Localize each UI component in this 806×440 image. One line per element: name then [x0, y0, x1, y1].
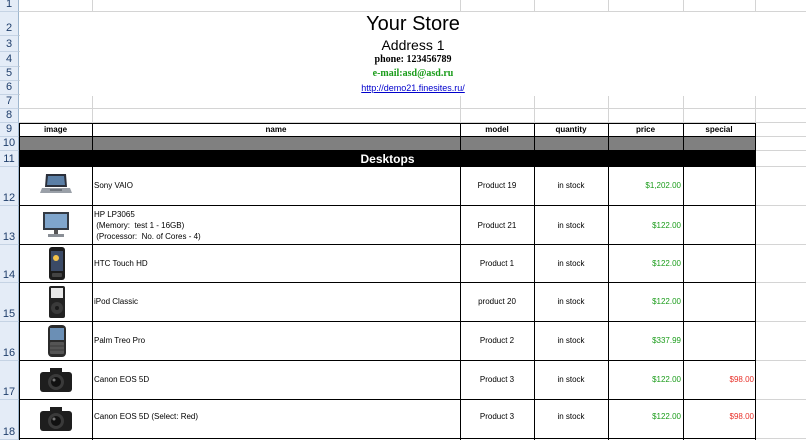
laptop-icon: [40, 174, 72, 193]
product-model: Product 19: [477, 181, 517, 190]
category-title: Desktops: [360, 152, 415, 166]
store-title: Your Store: [366, 13, 460, 35]
row-header-7[interactable]: 7: [0, 95, 19, 109]
product-price: $1,202.00: [645, 181, 681, 190]
product-quantity: in stock: [557, 181, 585, 190]
ipod-icon: [49, 286, 65, 318]
smartphone-icon: [49, 247, 65, 280]
product-model: Product 2: [479, 336, 515, 345]
product-model: Product 3: [479, 412, 515, 421]
product-quantity: in stock: [557, 259, 585, 268]
spreadsheet: 1 2 3 4 5 6 7 8 9 10 11 12 13 14 15 16 1…: [0, 0, 806, 440]
store-email: e-mail:asd@asd.ru: [372, 68, 454, 79]
row-header-5[interactable]: 5: [0, 67, 19, 81]
product-option: (Memory: test 1 - 16GB): [94, 221, 185, 230]
store-phone: phone: 123456789: [374, 54, 452, 65]
product-name: Canon EOS 5D: [94, 375, 150, 384]
product-name: Sony VAIO: [94, 181, 133, 190]
row-header-6[interactable]: 6: [0, 81, 19, 95]
product-model: product 20: [478, 297, 516, 306]
product-price: $122.00: [652, 375, 681, 384]
product-price: $122.00: [652, 259, 681, 268]
row-header-1[interactable]: 1: [0, 0, 19, 12]
product-special-price: $98.00: [729, 375, 754, 384]
row-header-13[interactable]: 13: [0, 206, 19, 245]
monitor-icon: [43, 212, 69, 237]
product-quantity: in stock: [557, 297, 585, 306]
product-special-price: $98.00: [729, 412, 754, 421]
product-price: $122.00: [652, 221, 681, 230]
product-quantity: in stock: [557, 412, 585, 421]
product-option: (Processor: No. of Cores - 4): [94, 232, 201, 241]
product-price: $337.99: [652, 336, 681, 345]
product-name: HTC Touch HD: [94, 259, 148, 268]
row-header-3[interactable]: 3: [0, 36, 19, 52]
row-header-14[interactable]: 14: [0, 245, 19, 283]
row-header-17[interactable]: 17: [0, 361, 19, 400]
row-header-15[interactable]: 15: [0, 283, 19, 322]
camera-icon: [40, 368, 72, 392]
row-header-8[interactable]: 8: [0, 109, 19, 123]
palm-phone-icon: [48, 325, 66, 357]
row-header-18[interactable]: 18: [0, 400, 19, 440]
product-quantity: in stock: [557, 336, 585, 345]
col-header-special: special: [705, 125, 733, 134]
col-header-price: price: [635, 125, 656, 134]
row-header-9[interactable]: 9: [0, 123, 19, 137]
product-name: iPod Classic: [94, 297, 139, 306]
store-url-link[interactable]: http://demo21.finesites.ru/: [20, 82, 806, 94]
product-price: $122.00: [652, 412, 681, 421]
product-price: $122.00: [652, 297, 681, 306]
product-quantity: in stock: [557, 221, 585, 230]
camera-icon: [40, 407, 72, 431]
product-name: HP LP3065: [94, 210, 135, 219]
row-header-11[interactable]: 11: [0, 151, 19, 167]
grey-separator-row: [19, 137, 756, 151]
col-header-model: model: [485, 125, 509, 134]
row-header-4[interactable]: 4: [0, 52, 19, 67]
store-address: Address 1: [381, 37, 445, 53]
product-name: Palm Treo Pro: [94, 336, 146, 345]
product-model: Product 1: [479, 259, 515, 268]
row-header-10[interactable]: 10: [0, 137, 19, 151]
product-quantity: in stock: [557, 375, 585, 384]
col-header-quantity: quantity: [555, 125, 587, 134]
row-header-16[interactable]: 16: [0, 322, 19, 361]
row-header-12[interactable]: 12: [0, 167, 19, 206]
product-model: Product 21: [477, 221, 517, 230]
row-header-2[interactable]: 2: [0, 12, 19, 36]
col-header-image: image: [43, 125, 68, 134]
product-model: Product 3: [479, 375, 515, 384]
product-name: Canon EOS 5D (Select: Red): [94, 412, 199, 421]
col-header-name: name: [265, 125, 287, 134]
